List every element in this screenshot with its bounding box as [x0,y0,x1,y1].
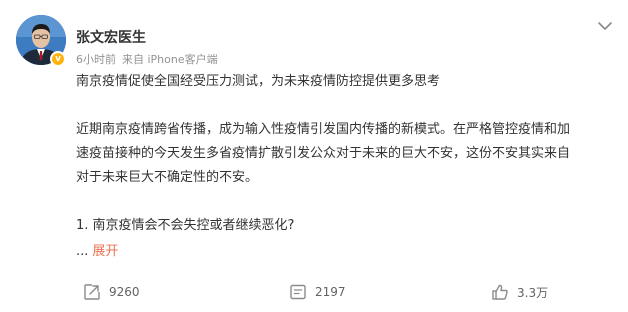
post-paragraph: 南京疫情促使全国经受压力测试，为未来疫情防控提供更多思考 [76,74,441,89]
expand-row: ... 展开 [76,240,118,264]
ellipsis: ... [76,244,89,259]
post-paragraph: 1. 南京疫情会不会失控或者继续恶化? [76,218,295,233]
expand-link[interactable]: 展开 [92,244,118,259]
weibo-post-card: v 张文宏医生 6小时前 来自 iPhone客户端 南京疫情促使全国经受压力测试，… [0,0,628,312]
repost-button[interactable]: 9260 [83,282,140,302]
post-time[interactable]: 6小时前 [76,53,116,66]
post-body: 南京疫情促使全国经受压力测试，为未来疫情防控提供更多思考 近期南京疫情跨省传播，… [76,70,606,238]
action-bar: 9260 2197 3.3万 [0,272,628,312]
more-options-button[interactable] [597,17,613,30]
repost-icon [84,284,100,300]
author-name[interactable]: 张文宏医生 [76,27,146,47]
post-paragraph: 近期南京疫情跨省传播，成为输入性疫情引发国内传播的新模式。在严格管控疫情和加 速… [76,122,571,185]
comment-count: 2197 [315,285,346,299]
comment-button[interactable]: 2197 [289,282,346,302]
post-meta: 6小时前 来自 iPhone客户端 [76,51,218,67]
thumbs-up-icon [492,284,508,300]
like-count: 3.3万 [517,285,549,300]
repost-count: 9260 [109,285,140,299]
like-button[interactable]: 3.3万 [491,282,548,302]
comment-icon [290,284,306,300]
chevron-down-icon [598,22,612,30]
verified-badge-icon: v [50,51,66,67]
post-source: 来自 iPhone客户端 [122,53,218,66]
